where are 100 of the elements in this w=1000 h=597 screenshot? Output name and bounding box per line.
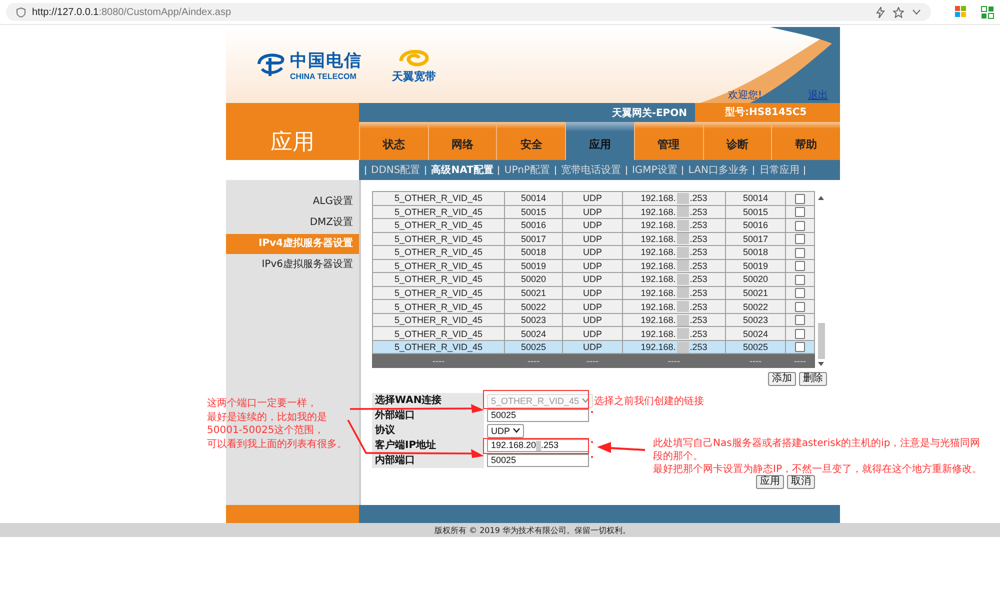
input-field[interactable]: 50025 [487, 409, 589, 422]
checkbox[interactable] [795, 315, 805, 326]
table-cell: UDP [562, 300, 622, 314]
section-title: 应用 [226, 103, 359, 160]
gateway-name: 天翼网关-EPON [612, 106, 688, 120]
nav-tab[interactable]: 帮助 [771, 122, 840, 160]
checkbox[interactable] [795, 302, 805, 312]
checkbox[interactable] [795, 234, 805, 244]
field-label: 内部端口 [372, 453, 484, 468]
table-cell: 5_OTHER_R_VID_45 [372, 300, 504, 314]
nav-tab[interactable]: 状态 [359, 122, 428, 160]
annotation-text: 选择之前我们创建的链接 [594, 394, 704, 408]
action-button[interactable]: 应用 [756, 475, 784, 489]
table-cell: ---- [562, 354, 622, 368]
field-label: 协议 [372, 423, 484, 438]
nav-tab[interactable]: 网络 [428, 122, 496, 160]
star-icon[interactable] [893, 6, 904, 18]
input-field[interactable]: 192.168.20 .253 [487, 439, 589, 452]
submenu-link[interactable]: 宽带电话设置 [560, 163, 621, 177]
scroll-up-icon[interactable] [818, 196, 824, 200]
table-cell: 50022 [726, 300, 786, 314]
table-cell: ---- [622, 354, 726, 368]
submenu-link[interactable]: IGMP设置 [632, 163, 678, 177]
sidebar-item[interactable]: ALG设置 [226, 192, 359, 212]
table-cell: 5_OTHER_R_VID_45 [372, 326, 504, 340]
table-cell: 50018 [726, 246, 786, 260]
table-cell: 5_OTHER_R_VID_45 [372, 246, 504, 260]
model-label: 型号:HS8145C5 [695, 103, 840, 122]
dropdown[interactable]: UDP [487, 424, 524, 438]
annotation-text: 这两个端口一定要一样， [207, 397, 318, 410]
checkbox[interactable] [795, 248, 805, 258]
brand-name: 天翼宽带 [392, 68, 436, 84]
grid-icon[interactable] [955, 6, 967, 18]
submenu-link[interactable]: LAN口多业务 [688, 163, 748, 177]
table-cell: 192.168. .253 [622, 326, 726, 340]
field-label: 客户端IP地址 [372, 438, 484, 453]
nav-tab[interactable]: 安全 [496, 122, 566, 160]
table-cell: UDP [562, 246, 622, 260]
table-row[interactable]: 5_OTHER_R_VID_45 50022 UDP 192.168. .253 50022 [372, 300, 814, 314]
table-row[interactable]: 5_OTHER_R_VID_45 50017 UDP 192.168. .253 50017 [372, 232, 814, 246]
table-cell: 50024 [726, 326, 786, 340]
submenu-link[interactable]: 日常应用 [759, 163, 800, 177]
table-row[interactable]: 5_OTHER_R_VID_45 50015 UDP 192.168. .253 50015 [372, 205, 814, 219]
annotation-text: 段的那个。 [653, 450, 704, 463]
table-cell: ---- [786, 354, 814, 368]
table-row[interactable]: 5_OTHER_R_VID_45 50023 UDP 192.168. .253 50023 [372, 313, 814, 327]
action-button[interactable]: 添加 [768, 372, 796, 386]
checkbox[interactable] [795, 220, 805, 231]
table-cell: 50014 [726, 192, 786, 206]
extension-icon[interactable] [981, 6, 994, 18]
caret-icon[interactable] [513, 428, 520, 433]
table-row[interactable]: 5_OTHER_R_VID_45 50014 UDP 192.168. .253 50014 [372, 192, 814, 206]
table-cell: ---- [504, 354, 562, 368]
table-row[interactable]: 5_OTHER_R_VID_45 50021 UDP 192.168. .253 50021 [372, 286, 814, 300]
table-cell: 50020 [504, 272, 562, 286]
shield-icon [16, 6, 26, 18]
table-cell: 50024 [504, 326, 562, 340]
table-row[interactable]: 5_OTHER_R_VID_45 50020 UDP 192.168. .253 50020 [372, 272, 814, 286]
table-cell: 192.168. .253 [622, 272, 726, 286]
chevron-icon[interactable] [912, 9, 921, 15]
annotation-text: 最好把那个网卡设置为静态IP，不然一旦变了，就得在这个地方重新修改。 [653, 463, 982, 476]
action-button[interactable]: 删除 [799, 372, 827, 386]
submenu-link[interactable]: UPnP配置 [504, 163, 550, 177]
table-row[interactable]: 5_OTHER_R_VID_45 50025 UDP 192.168. .253 50025 [372, 340, 814, 354]
telecom-logo-icon [256, 52, 286, 78]
table-cell: 50016 [504, 218, 562, 232]
annotation-arrow [597, 442, 646, 453]
table-cell: 192.168. .253 [622, 246, 726, 260]
scroll-thumb[interactable] [818, 323, 824, 359]
checkbox[interactable] [795, 328, 805, 339]
table-cell: UDP [562, 326, 622, 340]
checkbox[interactable] [795, 342, 805, 352]
annotation-text: 此处填写自己Nas服务器或者搭建asterisk的主机的ip，注意是与光猫同网 [653, 437, 982, 450]
address-bar[interactable]: http://127.0.0.1:8080/CustomApp/Aindex.asp [6, 3, 931, 21]
annotation-text: 最好是连续的，比如我的是 [207, 410, 328, 424]
checkbox[interactable] [795, 194, 805, 204]
bolt-icon[interactable] [876, 6, 885, 18]
table-row[interactable]: 5_OTHER_R_VID_45 50019 UDP 192.168. .253 50019 [372, 259, 814, 273]
nav-tab[interactable]: 应用 [565, 122, 634, 160]
checkbox[interactable] [795, 288, 805, 298]
action-button[interactable]: 取消 [787, 475, 815, 489]
submenu-link[interactable]: DDNS配置 [371, 163, 420, 177]
checkbox[interactable] [795, 274, 805, 285]
sidebar-item[interactable]: IPv6虚拟服务器设置 [226, 255, 359, 275]
table-row[interactable]: 5_OTHER_R_VID_45 50024 UDP 192.168. .253 50024 [372, 326, 814, 340]
scroll-down-icon[interactable] [818, 362, 824, 366]
submenu-link[interactable]: 高级NAT配置 [431, 163, 494, 177]
sidebar-item[interactable]: DMZ设置 [226, 213, 359, 233]
table-row[interactable]: 5_OTHER_R_VID_45 50018 UDP 192.168. .253 50018 [372, 246, 814, 260]
brand-name: 中国电信 [290, 50, 362, 72]
checkbox[interactable] [795, 207, 805, 218]
input-field[interactable]: 50025 [487, 454, 589, 467]
table-cell: 5_OTHER_R_VID_45 [372, 218, 504, 232]
nav-tab[interactable]: 管理 [634, 122, 703, 160]
nav-tab[interactable]: 诊断 [702, 122, 772, 160]
table-cell: UDP [562, 218, 622, 232]
checkbox[interactable] [795, 261, 805, 272]
table-cell: 50022 [504, 300, 562, 314]
table-row[interactable]: 5_OTHER_R_VID_45 50016 UDP 192.168. .253 50016 [372, 218, 814, 232]
copyright-text: 版权所有 © 2019 华为技术有限公司。保留一切权利。 [434, 524, 630, 536]
